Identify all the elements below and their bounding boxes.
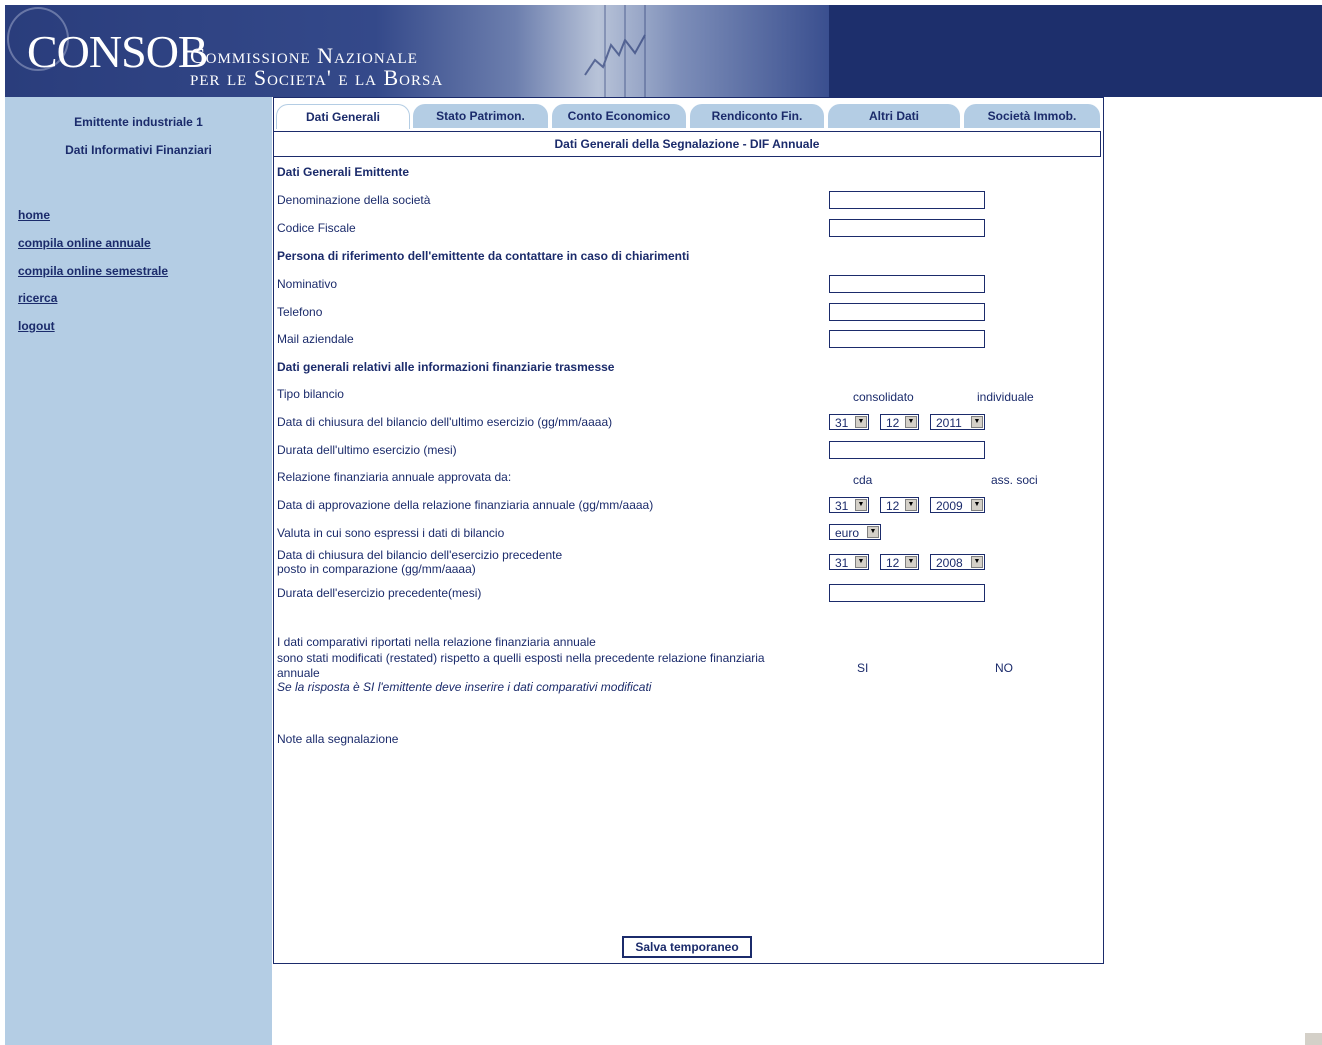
label-data-precedente-2: posto in comparazione (gg/mm/aaaa)	[277, 562, 476, 576]
tab-dati-generali[interactable]: Dati Generali	[276, 104, 410, 129]
label-durata: Durata dell'ultimo esercizio (mesi)	[277, 443, 457, 457]
label-denominazione: Denominazione della società	[277, 193, 431, 207]
durata-precedente-input[interactable]	[829, 584, 985, 602]
tab-societa-immobiliari[interactable]: Società Immob.	[964, 104, 1100, 128]
dropdown-arrow-icon: ▼	[855, 556, 867, 568]
dropdown-arrow-icon: ▼	[971, 499, 983, 511]
label-comparativi-1: I dati comparativi riportati nella relaz…	[277, 635, 596, 649]
mail-input[interactable]	[829, 330, 985, 348]
label-durata-precedente: Durata dell'esercizio precedente(mesi)	[277, 586, 482, 600]
dropdown-arrow-icon: ▼	[905, 416, 917, 428]
sidebar-link-home[interactable]: home	[18, 208, 50, 222]
radio-no[interactable]: NO	[995, 661, 1013, 675]
tab-conto-economico[interactable]: Conto Economico	[552, 104, 686, 128]
section-title: Dati Generali della Segnalazione - DIF A…	[273, 131, 1101, 157]
label-comparativi-3: annuale	[277, 666, 320, 680]
label-telefono: Telefono	[277, 305, 323, 319]
dropdown-arrow-icon: ▼	[855, 499, 867, 511]
chart-decoration-icon	[584, 5, 646, 97]
denominazione-input[interactable]	[829, 191, 985, 209]
label-comparativi-note: Se la risposta è SI l'emittente deve ins…	[277, 680, 652, 694]
data-approvazione-year-select[interactable]: 2009 ▼	[930, 497, 985, 513]
sidebar-title-dif: Dati Informativi Finanziari	[65, 143, 212, 157]
valuta-select[interactable]: euro ▼	[829, 524, 881, 540]
dropdown-arrow-icon: ▼	[905, 499, 917, 511]
label-nominativo: Nominativo	[277, 277, 338, 291]
label-comparativi-2: sono stati modificati (restated) rispett…	[277, 651, 765, 665]
label-mail: Mail aziendale	[277, 332, 354, 346]
dropdown-arrow-icon: ▼	[971, 416, 983, 428]
sidebar-link-compila-annuale[interactable]: compila online annuale	[18, 236, 151, 250]
radio-consolidato[interactable]: consolidato	[853, 390, 914, 404]
dropdown-arrow-icon: ▼	[867, 526, 879, 538]
header-persona-riferimento: Persona di riferimento dell'emittente da…	[277, 249, 690, 263]
radio-ass-soci[interactable]: ass. soci	[991, 473, 1038, 487]
label-data-chiusura: Data di chiusura del bilancio dell'ultim…	[277, 415, 613, 429]
label-tipo-bilancio: Tipo bilancio	[277, 387, 344, 401]
corner-resize-handle	[1305, 1033, 1322, 1045]
data-approvazione-day-select[interactable]: 31 ▼	[829, 497, 869, 513]
durata-input[interactable]	[829, 441, 985, 459]
sidebar: Emittente industriale 1 Dati Informativi…	[5, 97, 272, 1045]
header-dati-emittente: Dati Generali Emittente	[277, 165, 410, 179]
data-chiusura-month-select[interactable]: 12 ▼	[880, 414, 919, 430]
nominativo-input[interactable]	[829, 275, 985, 293]
label-codice-fiscale: Codice Fiscale	[277, 221, 356, 235]
logo-subtitle-2: per le Societa' e la Borsa	[190, 65, 444, 90]
radio-individuale[interactable]: individuale	[977, 390, 1034, 404]
label-relazione: Relazione finanziaria annuale approvata …	[277, 470, 512, 484]
header-banner: CONSOB Commissione Nazionale per le Soci…	[5, 5, 1322, 97]
sidebar-title-emittente: Emittente industriale 1	[74, 115, 203, 129]
data-precedente-day-select[interactable]: 31 ▼	[829, 554, 869, 570]
label-data-precedente-1: Data di chiusura del bilancio dell'eserc…	[277, 548, 563, 562]
consob-logo-text: CONSOB	[27, 26, 209, 77]
tab-stato-patrimoniale[interactable]: Stato Patrimon.	[413, 104, 548, 128]
radio-cda[interactable]: cda	[853, 473, 872, 487]
header-info-finanziarie: Dati generali relativi alle informazioni…	[277, 360, 615, 374]
sidebar-link-logout[interactable]: logout	[18, 319, 55, 333]
label-valuta: Valuta in cui sono espressi i dati di bi…	[277, 526, 505, 540]
sidebar-link-ricerca[interactable]: ricerca	[18, 291, 57, 305]
tab-altri-dati[interactable]: Altri Dati	[828, 104, 960, 128]
data-precedente-month-select[interactable]: 12 ▼	[880, 554, 919, 570]
dropdown-arrow-icon: ▼	[905, 556, 917, 568]
save-temporary-button[interactable]: Salva temporaneo	[622, 936, 752, 958]
telefono-input[interactable]	[829, 303, 985, 321]
data-approvazione-month-select[interactable]: 12 ▼	[880, 497, 919, 513]
codice-fiscale-input[interactable]	[829, 219, 985, 237]
label-data-approvazione: Data di approvazione della relazione fin…	[277, 498, 654, 512]
dropdown-arrow-icon: ▼	[971, 556, 983, 568]
header-logo-image: CONSOB Commissione Nazionale per le Soci…	[5, 5, 829, 97]
data-precedente-year-select[interactable]: 2008 ▼	[930, 554, 985, 570]
data-chiusura-year-select[interactable]: 2011 ▼	[930, 414, 985, 430]
radio-si[interactable]: SI	[857, 661, 868, 675]
dropdown-arrow-icon: ▼	[855, 416, 867, 428]
data-chiusura-day-select[interactable]: 31 ▼	[829, 414, 869, 430]
label-note: Note alla segnalazione	[277, 732, 399, 746]
tab-rendiconto-finanziario[interactable]: Rendiconto Fin.	[690, 104, 824, 128]
sidebar-link-compila-semestrale[interactable]: compila online semestrale	[18, 264, 168, 278]
